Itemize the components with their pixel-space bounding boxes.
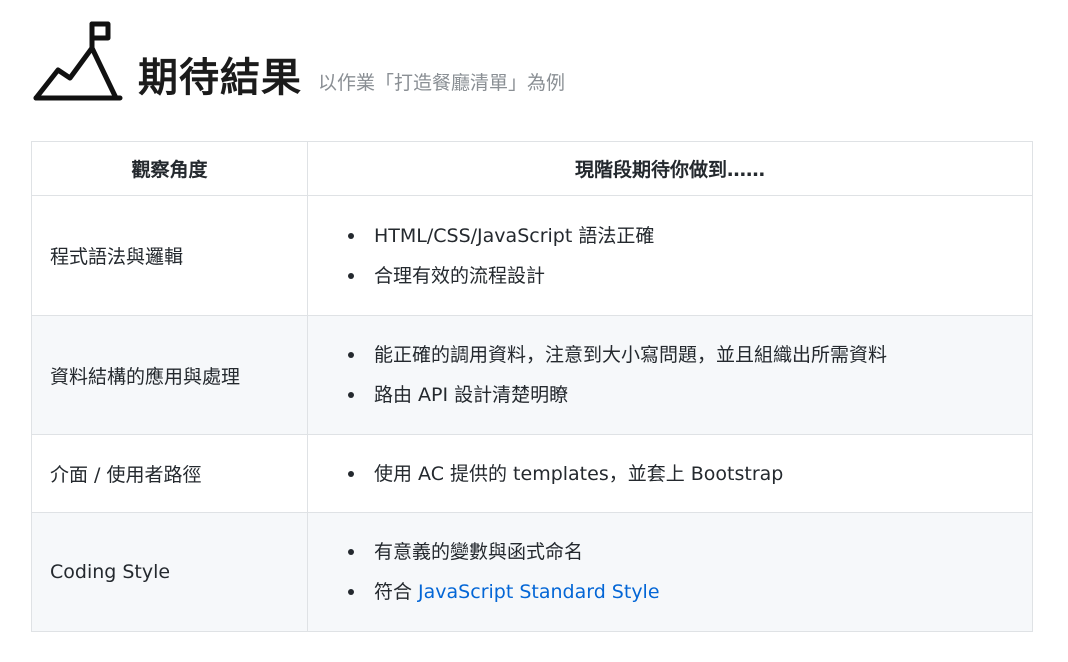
standard-style-link[interactable]: JavaScript Standard Style bbox=[418, 581, 659, 603]
table-row: 資料結構的應用與處理 能正確的調用資料，注意到大小寫問題，並且組織出所需資料 路… bbox=[31, 315, 1033, 435]
column-header-expectation: 現階段期待你做到…… bbox=[307, 141, 1033, 196]
expectation-cell: 有意義的變數與函式命名 符合 JavaScript Standard Style bbox=[307, 512, 1033, 632]
mountain-flag-icon bbox=[33, 21, 123, 101]
aspect-cell: 資料結構的應用與處理 bbox=[31, 315, 308, 435]
expectation-list: 使用 AC 提供的 templates，並套上 Bootstrap bbox=[326, 454, 1014, 494]
expectation-list: 有意義的變數與函式命名 符合 JavaScript Standard Style bbox=[326, 532, 1014, 612]
list-item: 符合 JavaScript Standard Style bbox=[348, 572, 1014, 612]
expectation-list: HTML/CSS/JavaScript 語法正確 合理有效的流程設計 bbox=[326, 216, 1014, 296]
aspect-cell: 程式語法與邏輯 bbox=[31, 195, 308, 316]
page-header: 期待結果 以作業「打造餐廳清單」為例 bbox=[32, 14, 565, 104]
expectation-list: 能正確的調用資料，注意到大小寫問題，並且組織出所需資料 路由 API 設計清楚明… bbox=[326, 335, 1014, 415]
aspect-cell: 介面 / 使用者路徑 bbox=[31, 434, 308, 513]
table-header-row: 觀察角度 現階段期待你做到…… bbox=[31, 141, 1033, 196]
table-row: 程式語法與邏輯 HTML/CSS/JavaScript 語法正確 合理有效的流程… bbox=[31, 195, 1033, 316]
list-item: HTML/CSS/JavaScript 語法正確 bbox=[348, 216, 1014, 256]
expectation-cell: HTML/CSS/JavaScript 語法正確 合理有效的流程設計 bbox=[307, 195, 1033, 316]
expectation-cell: 使用 AC 提供的 templates，並套上 Bootstrap bbox=[307, 434, 1033, 513]
table-row: 介面 / 使用者路徑 使用 AC 提供的 templates，並套上 Boots… bbox=[31, 434, 1033, 513]
list-item: 合理有效的流程設計 bbox=[348, 256, 1014, 296]
page-title: 期待結果 bbox=[138, 55, 302, 101]
list-item: 使用 AC 提供的 templates，並套上 Bootstrap bbox=[348, 454, 1014, 494]
list-item: 能正確的調用資料，注意到大小寫問題，並且組織出所需資料 bbox=[348, 335, 1014, 375]
expectations-table: 觀察角度 現階段期待你做到…… 程式語法與邏輯 HTML/CSS/JavaScr… bbox=[31, 141, 1033, 632]
table-row: Coding Style 有意義的變數與函式命名 符合 JavaScript S… bbox=[31, 512, 1033, 632]
page-subtitle: 以作業「打造餐廳清單」為例 bbox=[318, 72, 566, 94]
expectation-cell: 能正確的調用資料，注意到大小寫問題，並且組織出所需資料 路由 API 設計清楚明… bbox=[307, 315, 1033, 435]
list-item-prefix: 符合 bbox=[374, 581, 419, 603]
column-header-aspect: 觀察角度 bbox=[31, 141, 308, 196]
list-item: 路由 API 設計清楚明瞭 bbox=[348, 375, 1014, 415]
list-item: 有意義的變數與函式命名 bbox=[348, 532, 1014, 572]
aspect-cell: Coding Style bbox=[31, 512, 308, 632]
